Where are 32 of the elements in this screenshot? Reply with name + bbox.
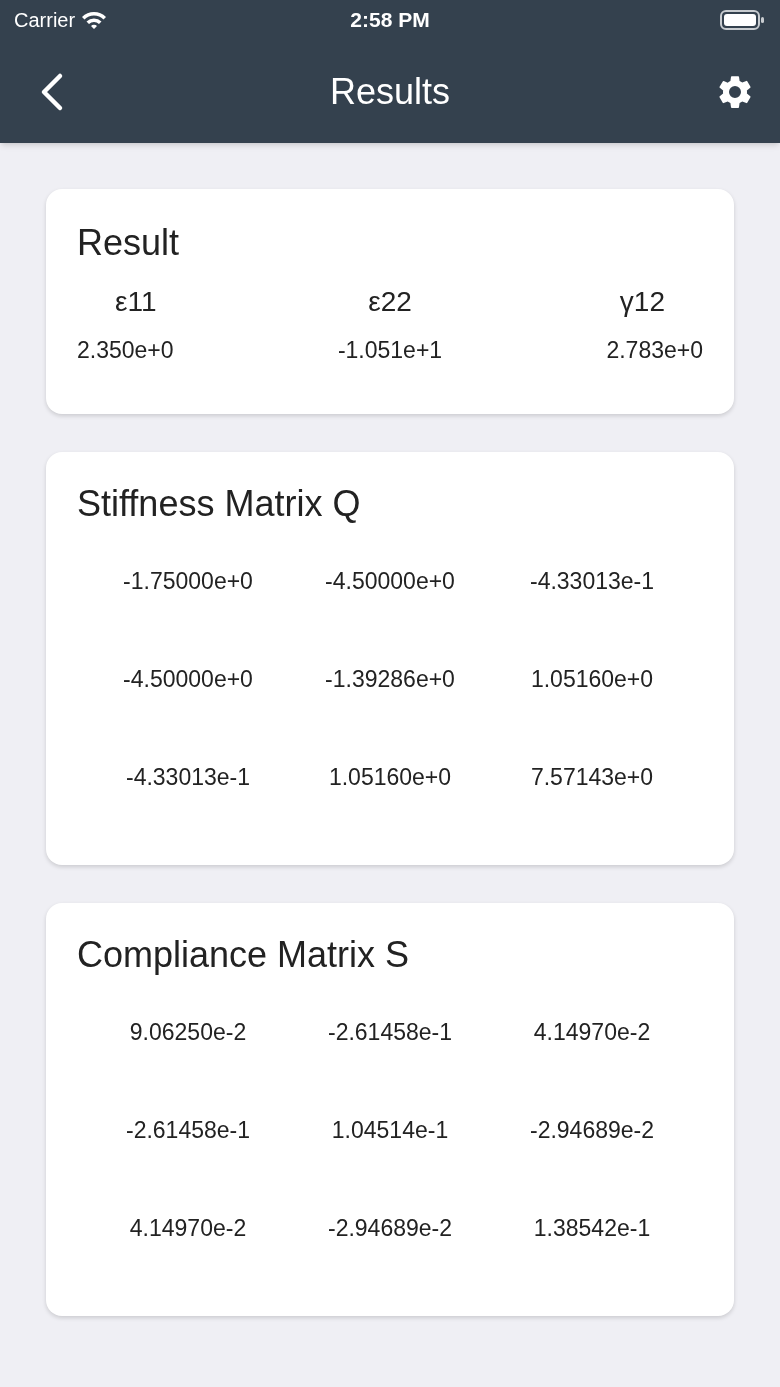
matrix-cell-text: -2.61458e-1	[124, 1116, 251, 1145]
matrix-cell-text: -1.39286e+0	[324, 665, 456, 694]
strain-label: ε11	[114, 285, 157, 319]
card-title: Compliance Matrix S	[77, 933, 411, 977]
matrix-cell-text: -2.94689e-2	[528, 1116, 655, 1145]
matrix-cell-text: 7.57143e+0	[529, 763, 655, 792]
strain-label: ε22	[368, 285, 412, 319]
matrix-cell-text: -4.50000e+0	[122, 665, 254, 694]
wifi-icon	[81, 10, 108, 30]
strain-value: 2.783e+0	[606, 336, 703, 365]
matrix-cell-text: -4.33013e-1	[528, 567, 655, 596]
matrix-cell-text: 4.14970e-2	[532, 1018, 652, 1047]
matrix-cell-text: -4.33013e-1	[124, 763, 251, 792]
strain-value: -1.051e+1	[337, 336, 443, 365]
clock: 2:58 PM	[350, 7, 430, 34]
matrix-cell-text: 1.05160e+0	[529, 665, 655, 694]
matrix-cell-text: -1.75000e+0	[122, 567, 254, 596]
matrix-cell-text: -2.61458e-1	[326, 1018, 453, 1047]
card-title: Result	[77, 221, 181, 265]
matrix-cell-text: 1.04514e-1	[330, 1116, 450, 1145]
card-title: Stiffness Matrix Q	[77, 482, 362, 526]
matrix-cell-text: 1.05160e+0	[327, 763, 453, 792]
matrix-cell-text: 1.38542e-1	[532, 1214, 652, 1243]
matrix-cell-text: -4.50000e+0	[324, 567, 456, 596]
battery-icon	[720, 9, 766, 31]
matrix-cell-text: -2.94689e-2	[326, 1214, 453, 1243]
carrier-label: Carrier	[14, 8, 76, 33]
matrix-cell-text: 4.14970e-2	[128, 1214, 248, 1243]
matrix-cell-text: 9.06250e-2	[128, 1018, 248, 1047]
screen-title: Results	[330, 69, 450, 114]
strain-value: 2.350e+0	[77, 336, 174, 365]
strain-label: γ12	[619, 285, 666, 319]
